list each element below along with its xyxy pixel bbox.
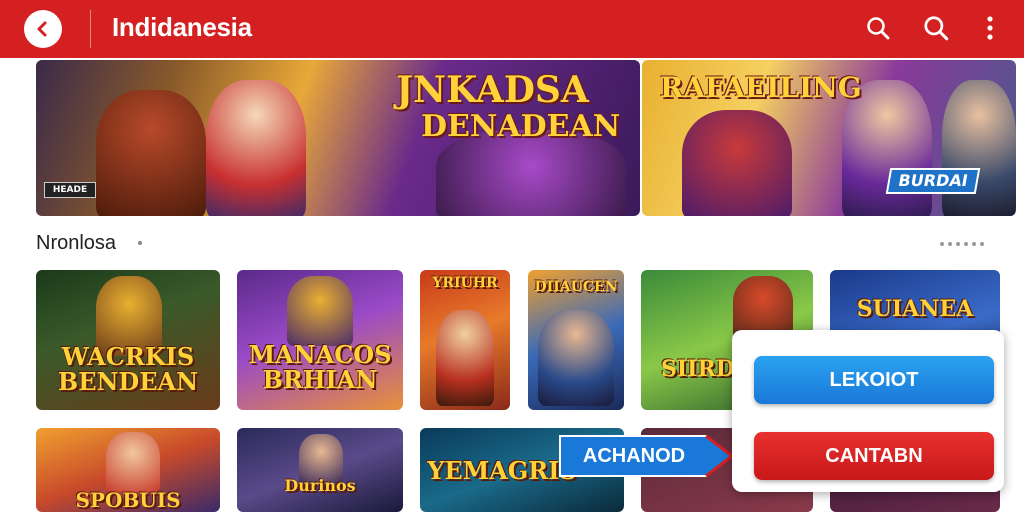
- app-title: Indidanesia: [112, 12, 252, 42]
- app-header: Indidanesia: [0, 0, 1024, 58]
- chevron-left-icon: [37, 21, 47, 37]
- game-card-title: WACRKIS BENDEAN: [57, 342, 199, 397]
- game-card-title: DIIAUCEN: [534, 279, 618, 295]
- card-character: [287, 276, 353, 346]
- game-card[interactable]: YRIUHR: [420, 270, 510, 410]
- arrow-action-button[interactable]: ACHANOD: [556, 432, 736, 480]
- search-button[interactable]: [862, 12, 894, 44]
- banner-title: JNKADSA: [396, 69, 589, 111]
- secondary-action-button[interactable]: CANTABN: [754, 432, 994, 480]
- banner-character: [206, 80, 306, 216]
- game-card[interactable]: SPOBUIS: [36, 428, 220, 512]
- banner-title: RAFAEILING: [660, 71, 862, 104]
- search-button-secondary[interactable]: [920, 12, 952, 44]
- game-card-title: MANACOS BRHIAN: [248, 340, 392, 395]
- banner-character: [682, 110, 792, 216]
- banner-badge: BURDAI: [885, 168, 981, 194]
- card-character: [538, 310, 614, 406]
- primary-action-button[interactable]: LEKOIOT: [754, 356, 994, 404]
- header-divider: [90, 10, 91, 48]
- section-title: Nronlosa: [36, 232, 117, 254]
- card-character: [106, 432, 160, 492]
- more-menu-button[interactable]: [974, 12, 1006, 44]
- game-card-title: SPOBUIS: [75, 488, 181, 512]
- game-card[interactable]: DIIAUCEN: [528, 270, 624, 410]
- game-card-title: SUIANEA: [856, 296, 974, 322]
- more-vertical-icon: [987, 16, 993, 40]
- game-card[interactable]: Durinos: [237, 428, 403, 512]
- card-character: [436, 310, 494, 406]
- section-dot: [138, 241, 142, 245]
- banner-subtitle: DENADEAN: [421, 109, 621, 144]
- game-card-title: Durinos: [284, 476, 356, 495]
- banner-character: [96, 90, 206, 216]
- banner-logo: HEADE: [44, 182, 96, 198]
- banner-character: [942, 80, 1016, 216]
- featured-banner-2[interactable]: RAFAEILING BURDAI: [642, 60, 1016, 216]
- featured-banner-1[interactable]: JNKADSA DENADEAN HEADE: [36, 60, 640, 216]
- action-popup: LEKOIOT CANTABN: [732, 330, 1004, 492]
- arrow-action-label: ACHANOD: [582, 444, 686, 467]
- game-card[interactable]: WACRKIS BENDEAN: [36, 270, 220, 410]
- back-button[interactable]: [24, 10, 62, 48]
- search-icon: [867, 17, 890, 40]
- game-card[interactable]: MANACOS BRHIAN: [237, 270, 403, 410]
- section-more-button[interactable]: [940, 242, 984, 246]
- game-card-title: YRIUHR: [432, 275, 498, 291]
- search-icon: [924, 16, 949, 41]
